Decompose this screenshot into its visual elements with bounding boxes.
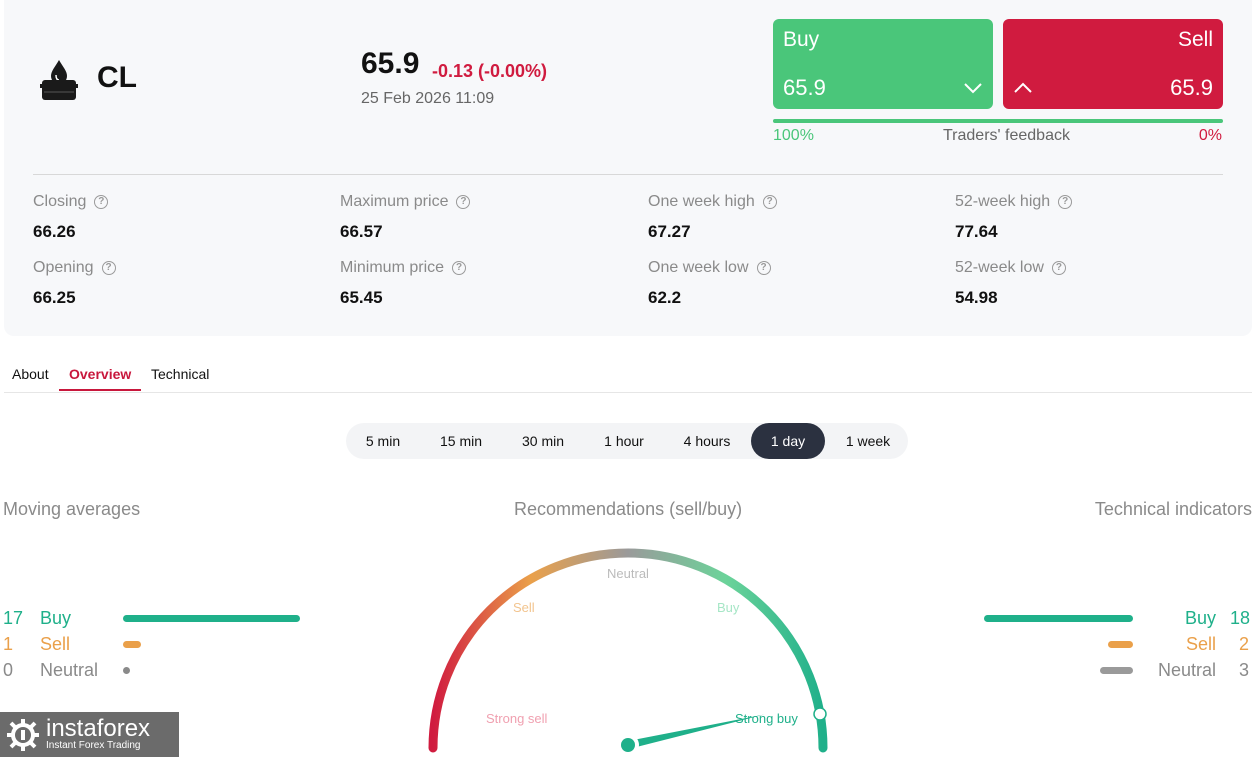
stat-maximum-price: Maximum price? 66.57 xyxy=(340,193,471,242)
stat-value: 54.98 xyxy=(955,288,998,307)
stat-value: 66.57 xyxy=(340,222,383,241)
ma-sell-bar xyxy=(123,641,141,648)
ti-sell-count: 2 xyxy=(1239,634,1250,654)
ti-sell-label: Sell xyxy=(1186,634,1217,654)
help-icon[interactable]: ? xyxy=(101,261,116,275)
active-tab-underline xyxy=(59,389,141,391)
timeframe-5-min[interactable]: 5 min xyxy=(350,423,416,459)
stat-value: 65.45 xyxy=(340,288,383,307)
stat-opening: Opening? 66.25 xyxy=(33,259,116,308)
instaforex-logo: instaforex Instant Forex Trading xyxy=(0,712,179,757)
moving-averages-title: Moving averages xyxy=(3,499,141,519)
ma-buy-bar xyxy=(123,615,300,622)
tab-technical[interactable]: Technical xyxy=(151,366,209,393)
chevron-down-icon xyxy=(964,83,982,94)
ma-sell-count: 1 xyxy=(3,634,14,654)
gauge-marker xyxy=(813,707,827,721)
feedback-sell-percent: 0% xyxy=(1198,127,1222,144)
stat-label: Closing xyxy=(33,193,87,210)
traders-feedback-bar xyxy=(773,119,1223,123)
help-icon[interactable]: ? xyxy=(1051,261,1066,275)
sell-button[interactable]: Sell 65.9 xyxy=(1003,19,1223,109)
gauge-label-buy: Buy xyxy=(717,600,740,615)
ma-sell-label: Sell xyxy=(40,634,71,654)
logo-tagline: Instant Forex Trading xyxy=(46,739,141,751)
help-icon[interactable]: ? xyxy=(456,195,471,209)
gauge-hub xyxy=(621,738,635,752)
ma-neutral-bar xyxy=(123,667,130,674)
chevron-up-icon xyxy=(1014,82,1032,93)
gauge-label-sell: Sell xyxy=(513,600,535,615)
timeframe-15-min[interactable]: 15 min xyxy=(426,423,496,459)
ma-buy-count: 17 xyxy=(3,608,24,628)
stat-label: Minimum price xyxy=(340,259,445,276)
stat-value: 77.64 xyxy=(955,222,998,241)
stat-label: 52-week high xyxy=(955,193,1051,210)
gauge-label-strong-sell: Strong sell xyxy=(486,711,548,726)
buy-value: 65.9 xyxy=(783,75,826,100)
stat-one-week-low: One week low? 62.2 xyxy=(648,259,771,308)
section-tabs: About Overview Technical xyxy=(4,356,1252,393)
stat-value: 62.2 xyxy=(648,288,682,307)
traders-feedback-fill xyxy=(773,119,1223,123)
gear-logo-icon xyxy=(7,718,39,751)
stat-label: One week low xyxy=(648,259,749,276)
feedback-buy-percent: 100% xyxy=(773,127,814,144)
timeframe-1-day[interactable]: 1 day xyxy=(751,423,825,459)
timeframe-4-hours[interactable]: 4 hours xyxy=(668,423,746,459)
sell-label: Sell xyxy=(1177,28,1213,51)
ma-neutral-count: 0 xyxy=(3,660,14,680)
technical-indicators-title: Technical indicators xyxy=(1094,499,1252,519)
ti-buy-label: Buy xyxy=(1185,608,1217,628)
price-change: -0.13 (-0.00%) xyxy=(432,61,548,81)
ti-sell-bar xyxy=(1108,641,1133,648)
stat-value: 66.25 xyxy=(33,288,76,307)
timeframe-1-week[interactable]: 1 week xyxy=(832,423,904,459)
buy-label: Buy xyxy=(783,28,820,51)
help-icon[interactable]: ? xyxy=(1058,195,1073,209)
buy-button[interactable]: Buy 65.9 xyxy=(773,19,993,109)
stat-value: 66.26 xyxy=(33,222,76,241)
gauge-needle xyxy=(627,714,765,749)
ti-buy-bar xyxy=(984,615,1133,622)
stat-closing: Closing? 66.26 xyxy=(33,193,109,242)
stat-value: 67.27 xyxy=(648,222,691,241)
ti-buy-count: 18 xyxy=(1230,608,1251,628)
stat-label: One week high xyxy=(648,193,755,210)
sell-value: 65.9 xyxy=(1170,75,1213,100)
ti-neutral-label: Neutral xyxy=(1158,660,1217,680)
tab-about[interactable]: About xyxy=(12,366,49,393)
logo-brand: instaforex xyxy=(46,714,151,742)
stat-label: Opening xyxy=(33,259,94,276)
help-icon[interactable]: ? xyxy=(762,195,777,209)
price-datetime: 25 Feb 2026 11:09 xyxy=(361,90,495,107)
stat-label: 52-week low xyxy=(955,259,1044,276)
timeframe-30-min[interactable]: 30 min xyxy=(506,423,580,459)
ti-neutral-bar xyxy=(1100,667,1133,674)
stat-minimum-price: Minimum price? 65.45 xyxy=(340,259,467,308)
ma-neutral-label: Neutral xyxy=(40,660,99,680)
ma-buy-label: Buy xyxy=(40,608,72,628)
stat-label: Maximum price xyxy=(340,193,449,210)
current-price: 65.9 xyxy=(361,47,420,80)
stat-52-week-low: 52-week low? 54.98 xyxy=(955,259,1066,308)
help-icon[interactable]: ? xyxy=(94,195,109,209)
page: CL 65.9 -0.13 (-0.00%) 25 Feb 2026 11:09… xyxy=(0,0,1256,757)
oil-drop-icon xyxy=(40,60,78,100)
help-icon[interactable]: ? xyxy=(756,261,771,275)
stat-52-week-high: 52-week high? 77.64 xyxy=(955,193,1073,242)
ti-neutral-count: 3 xyxy=(1239,660,1250,680)
timeframe-1-hour[interactable]: 1 hour xyxy=(590,423,658,459)
help-icon[interactable]: ? xyxy=(452,261,467,275)
instrument-ticker: CL xyxy=(97,61,137,94)
recommendation-gauge: Strong sell Sell Neutral Buy Strong buy xyxy=(428,548,828,756)
stat-one-week-high: One week high? 67.27 xyxy=(648,193,777,242)
gauge-label-neutral: Neutral xyxy=(607,566,649,581)
recommendations-title: Recommendations (sell/buy) xyxy=(514,499,743,519)
feedback-title: Traders' feedback xyxy=(943,127,1070,144)
stats-divider xyxy=(33,174,1223,175)
timeframe-selector: 5 min 15 min 30 min 1 hour 4 hours 1 day… xyxy=(346,423,908,459)
